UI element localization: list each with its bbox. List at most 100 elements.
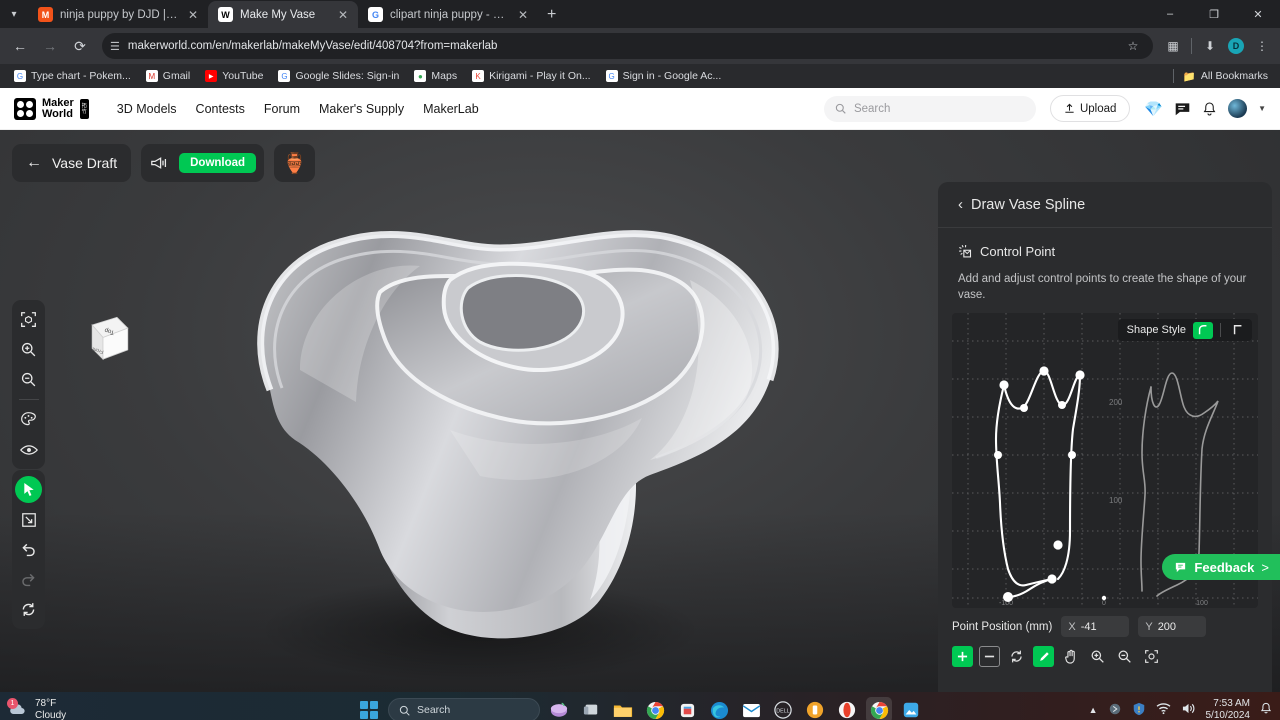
new-tab-button[interactable]: + [538, 1, 565, 28]
reset-icon[interactable] [15, 596, 42, 623]
close-icon[interactable]: ✕ [336, 8, 350, 22]
tray-expand-icon[interactable]: ▲ [1089, 705, 1098, 715]
chrome-menu-icon[interactable]: ⋮ [1250, 34, 1274, 58]
notification-bell-icon[interactable] [1260, 702, 1272, 718]
nav-3d-models[interactable]: 3D Models [117, 102, 177, 116]
back-chevron-icon[interactable]: ‹ [958, 196, 963, 213]
makerworld-logo[interactable]: Maker World 拓 竹 [14, 97, 89, 120]
nav-forum[interactable]: Forum [264, 102, 300, 116]
bookmark-item[interactable]: G Sign in - Google Ac... [600, 68, 728, 84]
pan-icon[interactable] [1060, 646, 1081, 667]
browser-tab-active[interactable]: W Make My Vase ✕ [208, 1, 358, 28]
bluetooth-tray-icon[interactable] [1108, 702, 1122, 719]
3d-viewport[interactable]: ← Vase Draft Download 🏺 Top Front ‹ Draw… [0, 130, 1280, 692]
google-icon: G [368, 7, 383, 22]
profile-avatar[interactable]: D [1224, 34, 1248, 58]
weather-widget[interactable]: 1 78°F Cloudy [7, 698, 66, 720]
opera-icon[interactable] [834, 697, 860, 720]
all-bookmarks-button[interactable]: 📁 All Bookmarks [1172, 69, 1272, 83]
fit-to-view-icon[interactable] [15, 306, 42, 333]
redo-icon[interactable] [15, 566, 42, 593]
bookmark-item[interactable]: M Gmail [140, 68, 196, 84]
clock[interactable]: 7:53 AM 5/10/2024 [1206, 698, 1251, 720]
zoom-out-icon[interactable] [1114, 646, 1135, 667]
shape-style-angular-button[interactable] [1228, 322, 1248, 339]
chrome-icon[interactable] [642, 697, 668, 720]
reload-icon[interactable]: ⟳ [66, 32, 94, 60]
close-window-button[interactable]: ✕ [1236, 0, 1280, 28]
mail-icon[interactable] [738, 697, 764, 720]
downloads-icon[interactable]: ⬇ [1198, 34, 1222, 58]
y-position-input[interactable]: Y 200 [1138, 616, 1207, 638]
remove-point-icon[interactable] [979, 646, 1000, 668]
edge-icon[interactable] [706, 697, 732, 720]
photos-icon[interactable] [898, 697, 924, 720]
maximize-button[interactable]: ❐ [1192, 0, 1236, 28]
shape-style-curve-button[interactable] [1193, 321, 1213, 339]
feedback-button[interactable]: Feedback > [1162, 554, 1280, 580]
undo-icon[interactable] [15, 536, 42, 563]
back-icon[interactable]: ← [6, 32, 34, 60]
palette-icon[interactable] [15, 406, 42, 433]
chevron-down-icon[interactable]: ▼ [1258, 104, 1266, 113]
bookmark-item[interactable]: G Google Slides: Sign-in [272, 68, 405, 84]
nav-contests[interactable]: Contests [196, 102, 245, 116]
x-position-input[interactable]: X -41 [1061, 616, 1130, 638]
system-tray: ▲ 7:53 AM 5/10/2024 [1089, 698, 1272, 720]
bookmark-item[interactable]: K Kirigami - Play it On... [466, 68, 597, 84]
zoom-in-icon[interactable] [1087, 646, 1108, 667]
message-icon[interactable] [1174, 100, 1191, 117]
upload-button[interactable]: Upload [1049, 95, 1131, 122]
wifi-icon[interactable] [1156, 702, 1171, 718]
close-icon[interactable]: ✕ [186, 8, 200, 22]
logo-mark-icon [14, 97, 36, 120]
bookmark-star-icon[interactable]: ☆ [1121, 34, 1145, 58]
zoom-out-icon[interactable] [15, 366, 42, 393]
copilot-icon[interactable] [546, 697, 572, 720]
browser-tab[interactable]: M ninja puppy by DJD | Download ✕ [28, 1, 208, 28]
phone-link-icon[interactable] [802, 697, 828, 720]
store-icon[interactable] [674, 697, 700, 720]
reset-spline-icon[interactable] [1006, 646, 1027, 667]
control-point-heading: Control Point [958, 244, 1252, 259]
add-point-icon[interactable] [952, 646, 973, 668]
eye-icon[interactable] [15, 436, 42, 463]
browser-tab[interactable]: G clipart ninja puppy - Google Se ✕ [358, 1, 538, 28]
point-position-row: Point Position (mm) X -41 Y 200 [938, 608, 1272, 638]
avatar[interactable] [1228, 99, 1248, 118]
close-icon[interactable]: ✕ [516, 8, 530, 22]
scale-icon[interactable] [15, 506, 42, 533]
rewards-icon[interactable]: 💎 [1144, 100, 1163, 118]
bookmark-item[interactable]: ● Maps [408, 68, 463, 84]
nav-makers-supply[interactable]: Maker's Supply [319, 102, 404, 116]
minimize-button[interactable]: – [1148, 0, 1192, 28]
back-to-draft-button[interactable]: ← Vase Draft [12, 144, 132, 182]
chrome-active-icon[interactable] [866, 697, 892, 720]
pen-icon[interactable] [1033, 646, 1054, 668]
address-bar[interactable]: ☰ makerworld.com/en/makerlab/makeMyVase/… [102, 33, 1153, 59]
bookmark-item[interactable]: ▶ YouTube [199, 68, 269, 84]
extensions-icon[interactable]: ▦ [1161, 34, 1185, 58]
task-view-icon[interactable] [578, 697, 604, 720]
zoom-in-icon[interactable] [15, 336, 42, 363]
tab-search-icon[interactable]: ▾ [0, 0, 28, 28]
temperature-text: 78°F [35, 698, 57, 709]
volume-icon[interactable] [1181, 702, 1196, 718]
bell-icon[interactable] [1202, 101, 1217, 117]
view-cube[interactable]: Top Front [72, 308, 134, 370]
fit-icon[interactable] [1141, 646, 1162, 667]
taskbar-search[interactable]: Search [388, 698, 540, 720]
search-input[interactable]: Search [823, 95, 1036, 122]
security-tray-icon[interactable] [1132, 702, 1146, 719]
bookmark-item[interactable]: G Type chart - Pokem... [8, 68, 137, 84]
vase-preset-button[interactable]: 🏺 [274, 144, 315, 182]
forward-icon[interactable]: → [36, 32, 64, 60]
file-explorer-icon[interactable] [610, 697, 636, 720]
nav-makerlab[interactable]: MakerLab [423, 102, 479, 116]
download-button[interactable]: Download [179, 153, 257, 173]
cursor-icon[interactable] [15, 476, 42, 503]
site-settings-icon[interactable]: ☰ [110, 40, 120, 53]
dell-icon[interactable]: DELL [770, 697, 796, 720]
vase-3d-model[interactable] [150, 130, 910, 690]
start-button[interactable] [356, 697, 382, 720]
